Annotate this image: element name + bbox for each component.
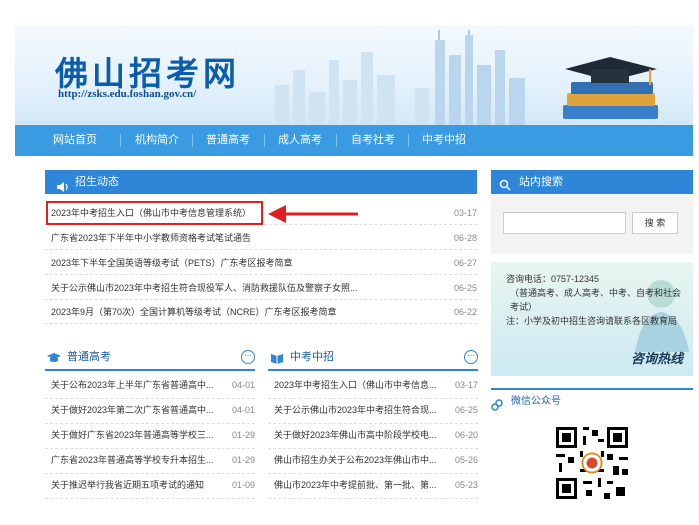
graduation-cap-books-illustration <box>563 57 658 119</box>
list-item-date: 01-29 <box>231 430 255 440</box>
search-panel-title: 站内搜索 <box>519 176 563 188</box>
list-item-title[interactable]: 2023年中考招生入口（佛山市中考信息... <box>274 373 437 398</box>
speaker-icon <box>57 177 69 201</box>
list-item-title[interactable]: 佛山市2023年中考提前批、第一批、第... <box>274 473 437 498</box>
list-item-title[interactable]: 关于做好广东省2023年普通高等学校三... <box>51 423 214 448</box>
list-item[interactable]: 关于做好广东省2023年普通高等学校三... 01-29 <box>45 423 255 449</box>
list-item[interactable]: 关于做好2023年佛山市高中阶段学校电... 06-20 <box>268 423 478 449</box>
news-item[interactable]: 2023年9月（第70次）全国计算机等级考试（NCRE）广东考区报考简章 06-… <box>45 301 477 324</box>
nav-divider <box>336 134 337 147</box>
nav-zhongkao[interactable]: 中考中招 <box>419 125 469 156</box>
list-item-date: 05-26 <box>454 455 478 465</box>
news-item-title[interactable]: 2023年下半年全国英语等级考试（PETS）广东考区报考简章 <box>51 252 293 274</box>
list-item-date: 06-20 <box>454 430 478 440</box>
site-url: http://zsks.edu.foshan.gov.cn/ <box>58 88 197 100</box>
news-item[interactable]: 关于公示佛山市2023年中考招生符合现役军人、消防救援队伍及警察子女照... 0… <box>45 277 477 300</box>
list-item[interactable]: 佛山市2023年中考提前批、第一批、第... 05-23 <box>268 473 478 499</box>
news-item[interactable]: 广东省2023年下半年中小学教师资格考试笔试通告 06-28 <box>45 227 477 250</box>
link-icon <box>491 397 503 421</box>
list-item-date: 06-25 <box>454 405 478 415</box>
news-item[interactable]: 2023年下半年全国英语等级考试（PETS）广东考区报考简章 06-27 <box>45 252 477 275</box>
wechat-panel-title: 微信公众号 <box>511 396 561 407</box>
nav-divider <box>264 134 265 147</box>
search-button[interactable]: 搜 索 <box>632 212 678 234</box>
list-item[interactable]: 佛山市招生办关于公布2023年佛山市中... 05-26 <box>268 448 478 474</box>
search-input[interactable] <box>503 212 626 234</box>
news-item-date: 06-25 <box>453 283 477 293</box>
news-item-date: 06-27 <box>453 258 477 268</box>
list-item-date: 04-01 <box>231 380 255 390</box>
news-item-title[interactable]: 关于公示佛山市2023年中考招生符合现役军人、消防救援队伍及警察子女照... <box>51 277 358 299</box>
hotline-phone: 咨询电话：0757-12345 <box>506 274 600 284</box>
list-item-title[interactable]: 关于推迟举行我省近期五项考试的通知 <box>51 473 204 498</box>
nav-divider <box>408 134 409 147</box>
list-item-title[interactable]: 关于公示佛山市2023年中考招生符合现... <box>274 398 437 423</box>
more-icon[interactable]: ⋯ <box>241 350 255 364</box>
wechat-qr-code <box>553 424 631 502</box>
city-skyline-illustration <box>275 30 525 125</box>
list-item[interactable]: 关于公布2023年上半年广东省普通高中... 04-01 <box>45 373 255 399</box>
zhongkao-list: 2023年中考招生入口（佛山市中考信息... 03-17 关于公示佛山市2023年… <box>268 373 478 499</box>
list-item-date: 03-17 <box>454 380 478 390</box>
nav-self-exam[interactable]: 自考社考 <box>348 125 398 156</box>
list-item[interactable]: 关于做好2023年第二次广东省普通高中... 04-01 <box>45 398 255 424</box>
list-item-date: 05-23 <box>454 480 478 490</box>
search-panel-header: 站内搜索 <box>491 170 693 194</box>
hotline-panel: 咨询电话：0757-12345 （普通高考、成人高考、中考、自考和社会考试） 注… <box>491 262 693 376</box>
list-item-date: 01-09 <box>231 480 255 490</box>
list-item[interactable]: 广东省2023年普通高等学校专升本招生... 01-29 <box>45 448 255 474</box>
news-item-title[interactable]: 2023年9月（第70次）全国计算机等级考试（NCRE）广东考区报考简章 <box>51 301 337 323</box>
list-item-title[interactable]: 关于公布2023年上半年广东省普通高中... <box>51 373 214 398</box>
hotline-label: 咨询热线 <box>630 351 683 366</box>
nav-divider <box>120 134 121 147</box>
news-item-date: 06-22 <box>453 307 477 317</box>
site-header: 佛山招考网 http://zsks.edu.foshan.gov.cn/ <box>15 25 693 125</box>
hotline-services: （普通高考、成人高考、中考、自考和社会考试） <box>510 288 682 312</box>
list-item-title[interactable]: 广东省2023年普通高等学校专升本招生... <box>51 448 214 473</box>
zhongkao-panel-title: 中考中招 <box>290 351 334 363</box>
list-item-title[interactable]: 关于做好2023年第二次广东省普通高中... <box>51 398 214 423</box>
nav-gaokao[interactable]: 普通高考 <box>203 125 253 156</box>
nav-adult-exam[interactable]: 成人高考 <box>275 125 325 156</box>
list-item[interactable]: 关于公示佛山市2023年中考招生符合现... 06-25 <box>268 398 478 424</box>
wechat-panel-header: 微信公众号 <box>491 388 693 412</box>
hotline-text: 咨询电话：0757-12345 （普通高考、成人高考、中考、自考和社会考试） 注… <box>506 272 686 328</box>
gaokao-panel-title: 普通高考 <box>67 351 111 363</box>
news-item-date: 06-28 <box>453 233 477 243</box>
news-item-date: 03-17 <box>453 208 477 218</box>
news-item-title[interactable]: 广东省2023年下半年中小学教师资格考试笔试通告 <box>51 227 251 249</box>
nav-divider <box>192 134 193 147</box>
gaokao-panel-header: 普通高考 ⋯ <box>45 347 255 371</box>
red-arrow-annotation <box>268 205 358 223</box>
news-panel-title: 招生动态 <box>75 176 119 188</box>
nav-home[interactable]: 网站首页 <box>50 125 100 156</box>
highlight-box <box>46 201 263 225</box>
nav-about[interactable]: 机构简介 <box>132 125 182 156</box>
graduation-cap-icon <box>47 351 61 371</box>
list-item-title[interactable]: 佛山市招生办关于公布2023年佛山市中... <box>274 448 437 473</box>
list-item-date: 04-01 <box>231 405 255 415</box>
more-icon[interactable]: ⋯ <box>464 350 478 364</box>
book-icon <box>270 351 284 371</box>
news-panel-header: 招生动态 <box>45 170 477 194</box>
main-nav: 网站首页 机构简介 普通高考 成人高考 自考社考 中考中招 <box>15 125 693 156</box>
hotline-note: 注：小学及初中招生咨询请联系各区教育局 <box>506 316 678 326</box>
gaokao-list: 关于公布2023年上半年广东省普通高中... 04-01 关于做好2023年第二次… <box>45 373 255 499</box>
list-item[interactable]: 关于推迟举行我省近期五项考试的通知 01-09 <box>45 473 255 499</box>
list-item[interactable]: 2023年中考招生入口（佛山市中考信息... 03-17 <box>268 373 478 399</box>
zhongkao-panel-header: 中考中招 ⋯ <box>268 347 478 371</box>
list-item-title[interactable]: 关于做好2023年佛山市高中阶段学校电... <box>274 423 437 448</box>
list-item-date: 01-29 <box>231 455 255 465</box>
